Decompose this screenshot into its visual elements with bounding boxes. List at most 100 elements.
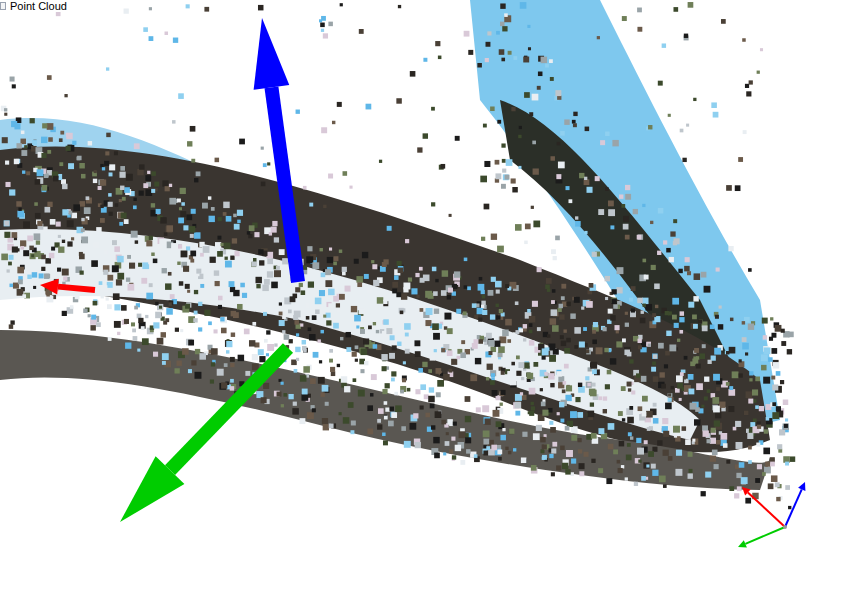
point xyxy=(340,3,343,6)
point xyxy=(646,411,653,418)
point xyxy=(37,169,44,176)
point xyxy=(701,491,706,496)
point xyxy=(550,318,557,325)
point xyxy=(542,356,546,360)
point xyxy=(547,334,550,337)
x-axis-arrow-icon xyxy=(40,279,95,295)
point xyxy=(177,199,181,203)
point xyxy=(550,77,554,81)
point xyxy=(48,137,53,142)
point xyxy=(524,362,530,368)
point xyxy=(537,267,542,272)
point xyxy=(637,298,643,304)
point xyxy=(42,123,47,128)
point xyxy=(642,396,648,402)
point xyxy=(112,265,119,272)
point xyxy=(18,208,21,211)
point xyxy=(120,186,124,190)
point xyxy=(259,260,264,265)
point xyxy=(533,168,539,174)
point xyxy=(420,384,426,390)
point xyxy=(575,397,580,402)
point xyxy=(18,279,23,284)
point-cloud-canvas[interactable] xyxy=(0,0,864,613)
point xyxy=(237,210,243,216)
point xyxy=(356,276,363,283)
point xyxy=(76,156,80,160)
point xyxy=(345,286,351,292)
arrow-head xyxy=(798,482,805,491)
point xyxy=(578,438,582,442)
point xyxy=(447,419,453,425)
point xyxy=(178,244,182,248)
point xyxy=(705,472,711,478)
point xyxy=(100,218,105,223)
point xyxy=(663,484,667,488)
point xyxy=(34,202,38,206)
point xyxy=(323,424,329,430)
point xyxy=(208,321,212,325)
point xyxy=(714,348,721,355)
point xyxy=(57,268,61,272)
point xyxy=(434,453,440,459)
point xyxy=(550,383,554,387)
arrow-shaft xyxy=(785,489,802,527)
point xyxy=(382,366,387,371)
point xyxy=(166,308,173,315)
point xyxy=(566,338,571,343)
point xyxy=(637,8,642,13)
point xyxy=(279,312,283,316)
point xyxy=(218,296,223,301)
point xyxy=(134,143,140,149)
point xyxy=(247,231,250,234)
point xyxy=(47,202,52,207)
point xyxy=(296,110,300,114)
point xyxy=(757,464,762,469)
point xyxy=(623,216,629,222)
point xyxy=(755,478,760,483)
point xyxy=(408,277,412,281)
point xyxy=(529,340,534,345)
point xyxy=(773,362,779,368)
point xyxy=(251,262,256,267)
point xyxy=(62,184,67,189)
point xyxy=(339,412,342,415)
point xyxy=(713,406,720,413)
point xyxy=(668,393,673,398)
point xyxy=(220,317,224,321)
point xyxy=(529,323,533,327)
point xyxy=(467,286,471,290)
point xyxy=(772,402,776,406)
point xyxy=(305,304,309,308)
point xyxy=(384,416,388,420)
point xyxy=(231,311,237,317)
point xyxy=(431,107,435,111)
point xyxy=(642,412,647,417)
point xyxy=(578,449,582,453)
point xyxy=(403,287,408,292)
point xyxy=(688,302,694,308)
point xyxy=(584,177,587,180)
point xyxy=(737,486,742,491)
point xyxy=(566,385,572,391)
point xyxy=(331,372,335,376)
point xyxy=(766,417,770,421)
point xyxy=(628,388,631,391)
point xyxy=(761,354,768,361)
point xyxy=(71,237,74,240)
point xyxy=(337,309,341,313)
point xyxy=(362,252,368,258)
point xyxy=(499,309,503,313)
point xyxy=(520,392,523,395)
point xyxy=(138,318,143,323)
point xyxy=(134,306,138,310)
point xyxy=(714,464,719,469)
point xyxy=(276,266,280,270)
point xyxy=(630,436,633,439)
point xyxy=(194,311,198,315)
point xyxy=(252,363,259,370)
point xyxy=(47,150,51,154)
point xyxy=(629,298,633,302)
point xyxy=(559,314,564,319)
point xyxy=(540,449,544,453)
